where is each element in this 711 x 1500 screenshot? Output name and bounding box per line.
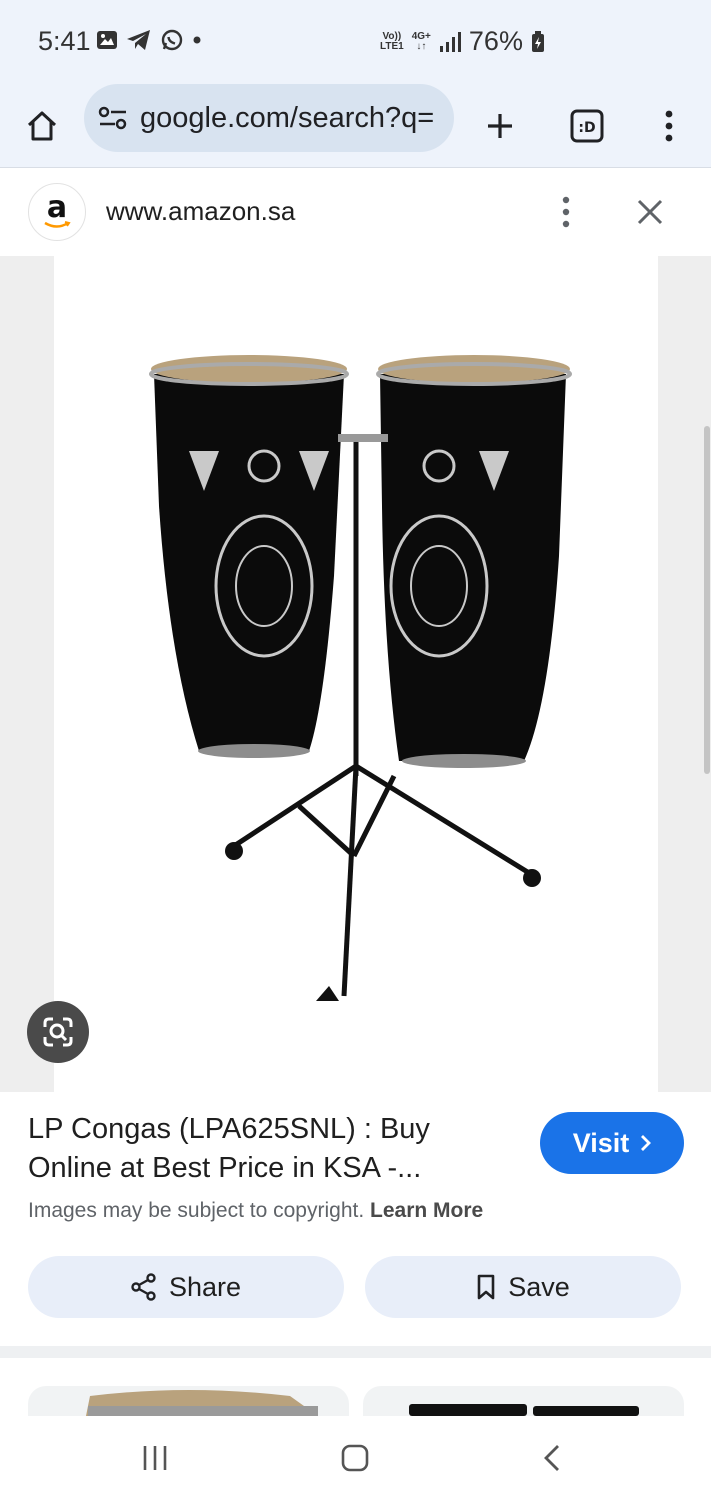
related-image-thumbnail bbox=[409, 1404, 639, 1416]
status-bar: 5:41 Vo)) LTE1 4G+ ↓↑ 76% bbox=[0, 0, 711, 84]
related-image-card[interactable] bbox=[363, 1386, 684, 1416]
chevron-right-icon bbox=[641, 1135, 652, 1151]
back-button[interactable] bbox=[522, 1436, 582, 1480]
save-label: Save bbox=[508, 1271, 570, 1302]
home-button[interactable] bbox=[14, 98, 70, 154]
data-arrows-icon: ↓↑ bbox=[416, 40, 427, 52]
related-image-card[interactable] bbox=[28, 1386, 349, 1416]
visit-button[interactable]: Visit bbox=[540, 1112, 684, 1174]
notification-icons bbox=[96, 28, 202, 52]
amazon-logo: a bbox=[28, 183, 86, 241]
telegram-icon bbox=[127, 30, 150, 50]
gallery-icon bbox=[97, 31, 117, 49]
result-title[interactable]: LP Congas (LPA625SNL) : Buy Online at Be… bbox=[28, 1110, 498, 1188]
battery-icon bbox=[531, 30, 544, 52]
dot-icon bbox=[193, 36, 201, 44]
tab-switcher-icon: :D bbox=[570, 109, 604, 143]
conga-drums-image bbox=[149, 355, 572, 1001]
image-preview-area bbox=[0, 256, 711, 1092]
back-chevron-icon bbox=[544, 1445, 559, 1471]
close-button[interactable] bbox=[628, 190, 672, 234]
source-url[interactable]: www.amazon.sa bbox=[106, 196, 295, 227]
battery-percent: 76% bbox=[468, 26, 523, 56]
lte-label: LTE1 bbox=[380, 40, 404, 52]
network-type: 4G+ bbox=[411, 30, 431, 42]
menu-button[interactable] bbox=[641, 98, 697, 154]
new-tab-button[interactable] bbox=[472, 98, 528, 154]
tab-switcher-button[interactable]: :D bbox=[559, 98, 615, 154]
kebab-menu-icon bbox=[665, 110, 673, 142]
whatsapp-icon bbox=[161, 29, 183, 51]
home-nav-button[interactable] bbox=[325, 1436, 385, 1480]
volte-label: Vo)) bbox=[382, 30, 402, 42]
bookmark-icon bbox=[477, 1274, 495, 1300]
svg-text::D: :D bbox=[578, 120, 595, 136]
system-navigation-bar bbox=[0, 1416, 711, 1500]
scrollbar-thumb[interactable] bbox=[704, 426, 710, 774]
share-icon bbox=[131, 1273, 156, 1301]
recent-apps-button[interactable] bbox=[125, 1436, 185, 1480]
volte-indicator: Vo)) LTE1 bbox=[380, 30, 404, 52]
share-button[interactable]: Share bbox=[28, 1256, 344, 1318]
home-circle-icon bbox=[341, 1444, 369, 1472]
copyright-text: Images may be subject to copyright. bbox=[28, 1199, 365, 1222]
share-label: Share bbox=[168, 1271, 242, 1302]
lens-search-button[interactable] bbox=[27, 1001, 89, 1063]
product-image[interactable] bbox=[54, 256, 658, 1092]
kebab-menu-icon bbox=[562, 196, 570, 228]
address-bar[interactable]: google.com/search?q= bbox=[84, 84, 454, 152]
close-icon bbox=[637, 199, 663, 225]
site-settings-icon[interactable] bbox=[98, 105, 128, 131]
save-button[interactable]: Save bbox=[365, 1256, 681, 1318]
smile-arrow-icon bbox=[44, 221, 71, 228]
copyright-notice: Images may be subject to copyright. Lear… bbox=[28, 1199, 483, 1223]
plus-icon bbox=[488, 114, 512, 138]
status-right: Vo)) LTE1 4G+ ↓↑ 76% bbox=[380, 26, 545, 57]
browser-toolbar: google.com/search?q= :D bbox=[0, 84, 711, 168]
home-icon bbox=[27, 111, 57, 141]
url-text: google.com/search?q= bbox=[140, 101, 435, 134]
section-divider bbox=[0, 1346, 711, 1358]
visit-label: Visit bbox=[572, 1127, 630, 1158]
google-lens-icon bbox=[43, 1017, 73, 1047]
image-source-header: a www.amazon.sa bbox=[0, 168, 711, 256]
learn-more-link[interactable]: Learn More bbox=[370, 1199, 483, 1222]
network-indicator: 4G+ ↓↑ bbox=[411, 30, 431, 52]
source-more-button[interactable] bbox=[546, 190, 586, 234]
recent-apps-icon bbox=[143, 1446, 167, 1470]
signal-icon bbox=[439, 31, 461, 52]
related-image-thumbnail bbox=[86, 1390, 318, 1416]
status-time: 5:41 bbox=[38, 26, 91, 56]
logo-letter: a bbox=[46, 190, 68, 225]
